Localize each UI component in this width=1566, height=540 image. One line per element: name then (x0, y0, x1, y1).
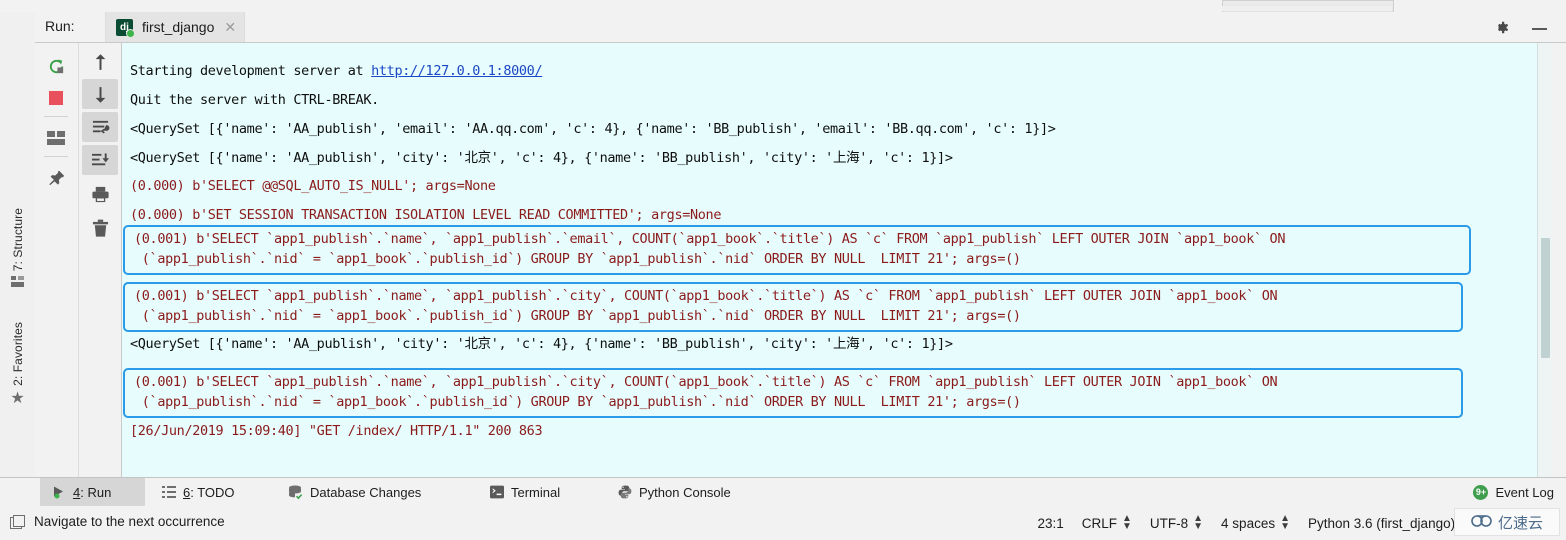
chevron-updown-icon: ▲▼ (1193, 513, 1204, 532)
status-hint: Navigate to the next occurrence (10, 514, 225, 529)
minimize-icon[interactable] (1531, 19, 1548, 36)
bottom-tab-todo[interactable]: 6: TODO (150, 478, 268, 506)
sidebar-item-favorites-label: 2: Favorites (10, 322, 25, 386)
bottom-tab-run-num: 4 (73, 484, 81, 500)
sidebar-item-structure[interactable]: 7: Structure (0, 208, 35, 288)
indent-selector[interactable]: 4 spaces ▲ ▼ (1221, 514, 1290, 532)
django-icon: dj (116, 18, 135, 38)
python-icon (618, 485, 632, 499)
sql-box-1-line-1: (0.001) b'SELECT `app1_publish`.`name`, … (134, 231, 1286, 247)
database-icon (288, 485, 303, 500)
todo-icon (162, 485, 176, 499)
encoding-selector[interactable]: UTF-8 ▲ ▼ (1150, 514, 1203, 532)
run-icon (52, 485, 66, 499)
trash-icon[interactable] (82, 213, 118, 243)
soft-wrap-icon[interactable] (82, 112, 118, 142)
status-bar: Navigate to the next occurrence 23:1 CRL… (0, 506, 1566, 540)
bottom-tab-terminal[interactable]: Terminal (478, 478, 588, 506)
bottom-tab-terminal-label: Terminal (511, 484, 561, 500)
toolbar-divider-2 (44, 156, 68, 157)
indent-value: 4 spaces (1221, 515, 1276, 531)
bottom-tab-run[interactable]: 4: Run (40, 478, 145, 506)
console-line-1: Starting development server at http://12… (130, 63, 543, 79)
sql-box-3-line-2: (`app1_publish`.`nid` = `app1_book`.`pub… (134, 394, 1021, 410)
run-configuration-tab-label: first_django (142, 19, 215, 35)
toolbar-divider-1 (44, 116, 68, 117)
watermark: 亿速云 (1454, 508, 1560, 536)
console-sql-line-1: (0.000) b'SELECT @@SQL_AUTO_IS_NULL'; ar… (130, 178, 496, 194)
interpreter-value: Python 3.6 (first_django) (1308, 515, 1456, 531)
event-log-button[interactable]: 9+ Event Log (1473, 478, 1554, 506)
run-window-header: Run: dj first_django ✕ (35, 12, 1566, 43)
print-icon[interactable] (82, 179, 118, 209)
console-line-4: <QuerySet [{'name': 'AA_publish', 'city'… (130, 150, 953, 166)
console-line-3: <QuerySet [{'name': 'AA_publish', 'email… (130, 121, 1056, 137)
chevron-updown-icon: ▲▼ (1121, 513, 1132, 532)
close-icon[interactable]: ✕ (224, 20, 236, 34)
bottom-tab-database-changes[interactable]: Database Changes (276, 478, 466, 506)
sql-box-2-line-2: (`app1_publish`.`nid` = `app1_book`.`pub… (134, 308, 1021, 324)
restore-layout-icon[interactable] (38, 123, 74, 153)
console-line-2: Quit the server with CTRL-BREAK. (130, 92, 379, 108)
console-sql-line-2: (0.000) b'SET SESSION TRANSACTION ISOLAT… (130, 207, 722, 223)
run-tool-window: Run: dj first_django ✕ Starting developm… (35, 12, 1566, 477)
bottom-tool-tabs: 4: Run 6: TODO Database Changes Terminal… (0, 477, 1566, 507)
star-icon: ★ (10, 389, 25, 407)
status-bar-right: 23:1 CRLF ▲ ▼ UTF-8 ▲ ▼ 4 spaces ▲ ▼ Python… (1019, 514, 1470, 532)
console-line-1-text: Starting development server at (130, 63, 372, 79)
server-url-link[interactable]: http://127.0.0.1:8000/ (371, 63, 542, 79)
console-scrollbar-thumb[interactable] (1541, 238, 1550, 358)
event-log-label: Event Log (1495, 484, 1554, 500)
run-configuration-tab[interactable]: dj first_django ✕ (105, 12, 246, 42)
sql-box-2-line-1: (0.001) b'SELECT `app1_publish`.`name`, … (134, 288, 1278, 304)
line-separator-selector[interactable]: CRLF ▲ ▼ (1082, 514, 1132, 532)
gear-icon[interactable] (1493, 19, 1510, 36)
structure-icon (11, 276, 24, 288)
sql-box-3-line-1: (0.001) b'SELECT `app1_publish`.`name`, … (134, 374, 1278, 390)
interpreter-selector[interactable]: Python 3.6 (first_django) ▲▼ (1308, 514, 1470, 532)
bottom-tab-run-label: : Run (80, 484, 112, 500)
console-request-line: [26/Jun/2019 15:09:40] "GET /index/ HTTP… (130, 423, 543, 439)
arrow-up-icon[interactable] (82, 47, 118, 77)
sql-highlight-box-3[interactable]: (0.001) b'SELECT `app1_publish`.`name`, … (123, 368, 1463, 418)
cloud-icon (1471, 514, 1493, 531)
stop-icon[interactable] (38, 83, 74, 113)
bottom-tab-todo-label: : TODO (190, 484, 235, 500)
bottom-tab-python-console-label: Python Console (639, 484, 731, 500)
sql-box-1-line-2: (`app1_publish`.`nid` = `app1_book`.`pub… (134, 251, 1021, 267)
sidebar-item-structure-label: 7: Structure (10, 208, 25, 272)
sql-highlight-box-1[interactable]: (0.001) b'SELECT `app1_publish`.`name`, … (123, 225, 1471, 275)
left-tool-tab-strip: 7: Structure 2: Favorites ★ (0, 12, 36, 477)
run-toolbar-secondary (79, 43, 122, 477)
sidebar-item-favorites[interactable]: 2: Favorites ★ (0, 322, 35, 407)
pin-icon[interactable] (38, 163, 74, 193)
caret-position[interactable]: 23:1 (1037, 516, 1063, 531)
chevron-updown-icon: ▲▼ (1280, 513, 1290, 532)
line-separator-value: CRLF (1081, 515, 1117, 531)
ghost-editor-tab-shadow (1222, 6, 1392, 11)
bottom-tab-python-console[interactable]: Python Console (606, 478, 776, 506)
arrow-down-icon[interactable] (82, 79, 118, 109)
event-log-icon: 9+ (1473, 484, 1489, 500)
console-scrollbar[interactable] (1537, 43, 1552, 477)
status-hint-label: Navigate to the next occurrence (34, 514, 225, 529)
sql-highlight-box-2[interactable]: (0.001) b'SELECT `app1_publish`.`name`, … (123, 282, 1463, 332)
terminal-icon (490, 485, 504, 499)
run-toolbar-primary (35, 43, 79, 477)
console-queryset-line: <QuerySet [{'name': 'AA_publish', 'city'… (130, 336, 953, 352)
console-output[interactable]: Starting development server at http://12… (122, 43, 1552, 477)
run-label: Run: (45, 18, 75, 34)
rerun-icon[interactable] (38, 51, 74, 81)
bottom-tab-database-changes-label: Database Changes (310, 484, 422, 500)
encoding-value: UTF-8 (1149, 515, 1189, 531)
watermark-label: 亿速云 (1497, 513, 1543, 532)
occurrence-icon (10, 514, 25, 529)
bottom-tab-todo-num: 6 (183, 484, 191, 500)
scroll-to-end-icon[interactable] (82, 145, 118, 175)
